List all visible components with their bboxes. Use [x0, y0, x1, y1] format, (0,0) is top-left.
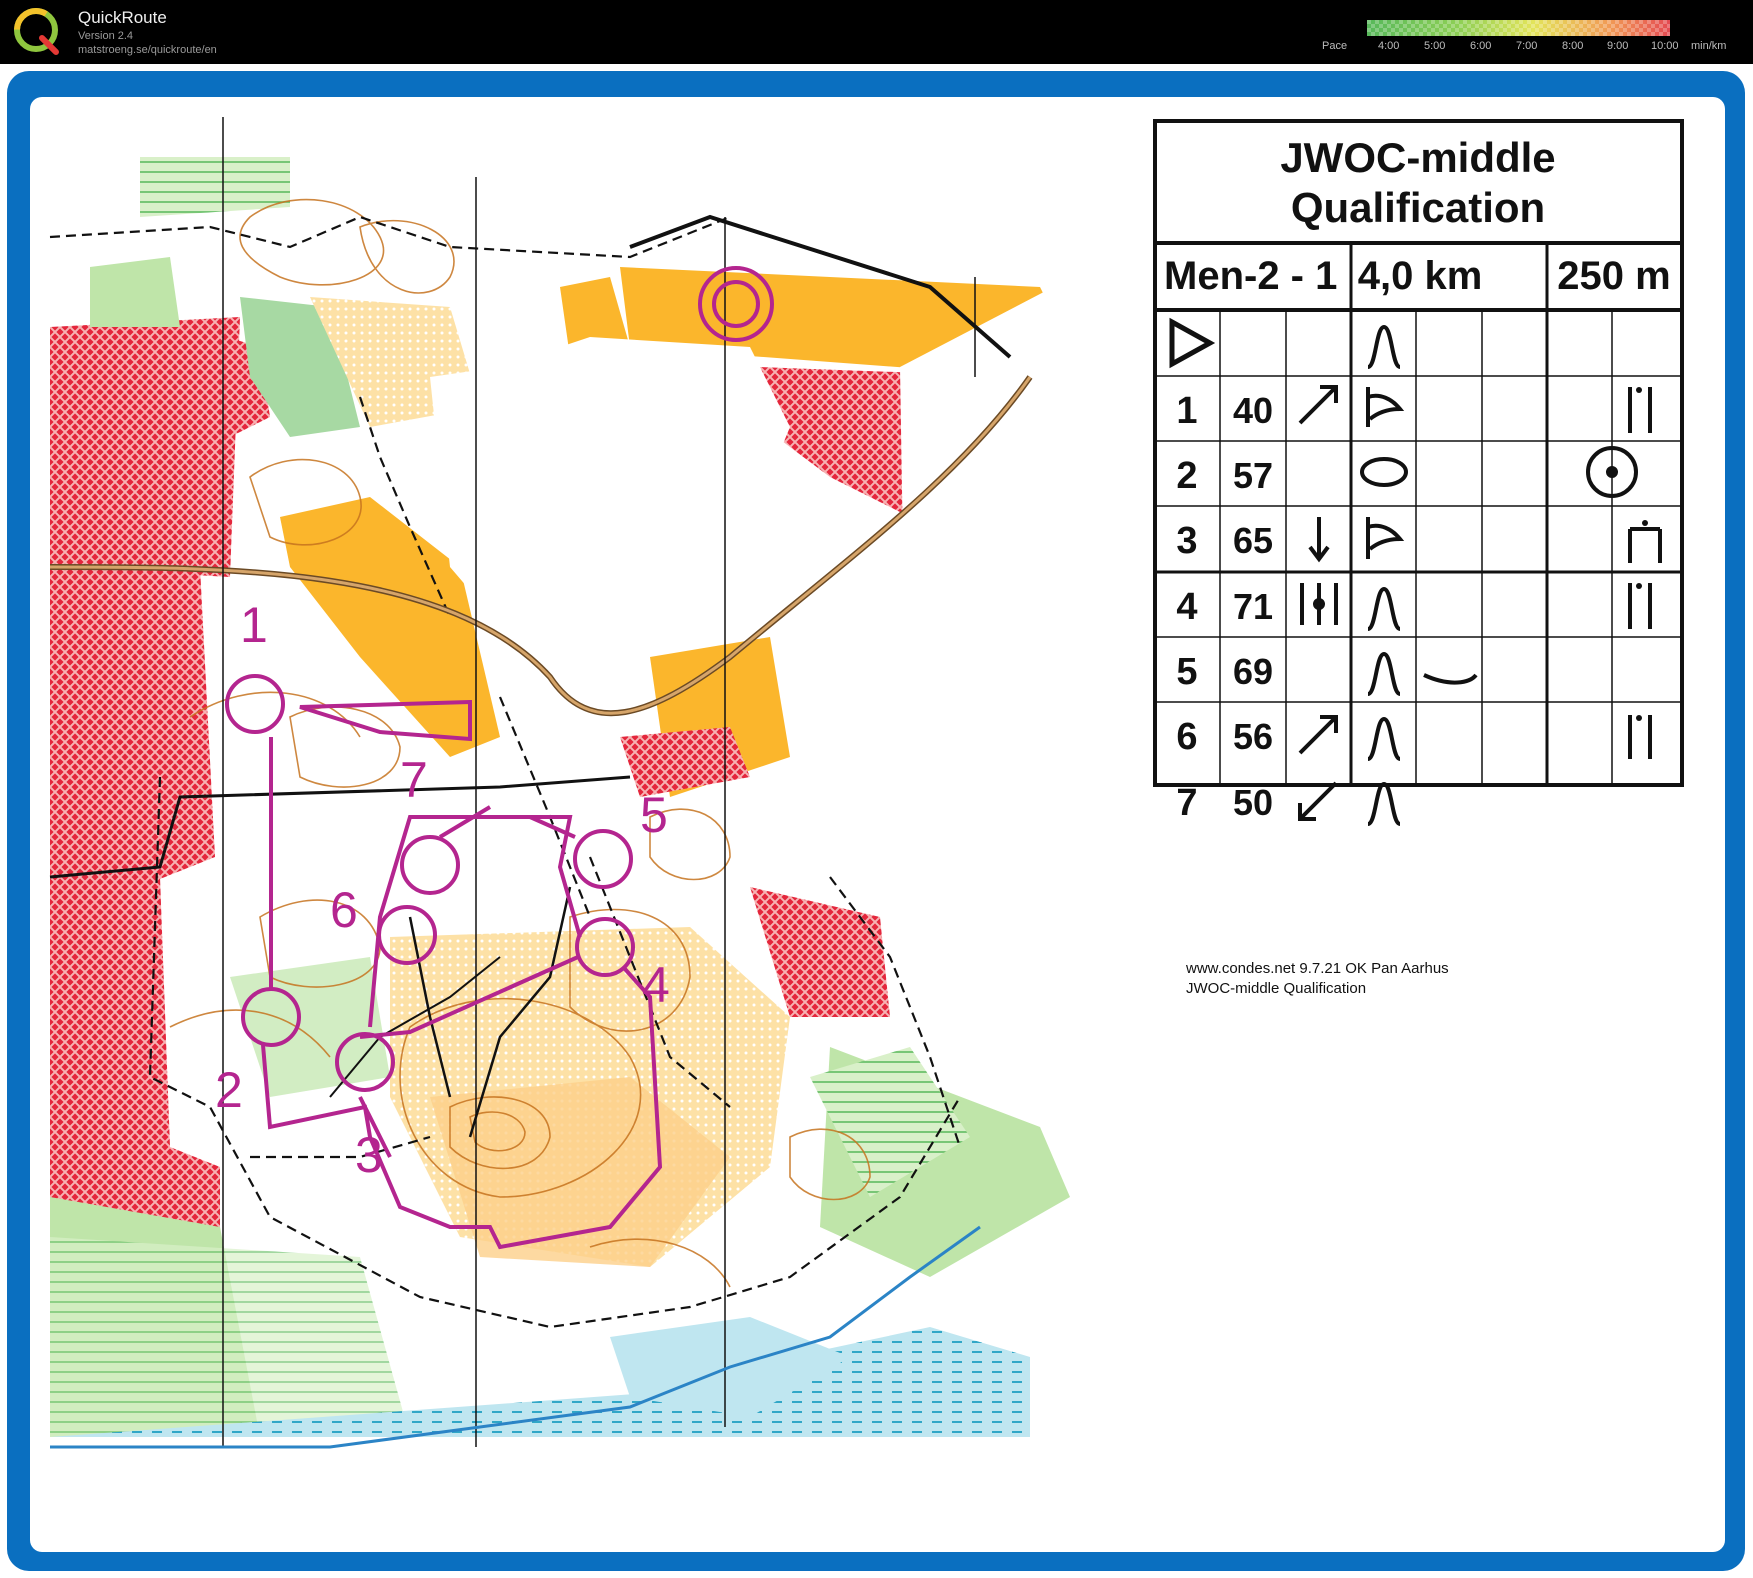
row-1-number: 1 [1176, 390, 1197, 432]
row-2-number: 2 [1176, 455, 1197, 497]
description-class: Men-2 - 1 [1164, 254, 1337, 298]
course-number-7: 7 [400, 752, 428, 808]
row-4-code: 71 [1233, 586, 1273, 627]
description-title-line1: JWOC-middle [1280, 134, 1555, 181]
pace-tick-10: 10:00 [1651, 40, 1679, 52]
row-5-code: 69 [1233, 651, 1273, 692]
hill-icon-7 [1366, 781, 1402, 826]
title-bar: QuickRoute Version 2.4 matstroeng.se/qui… [0, 0, 1753, 64]
app-version: Version 2.4 [78, 30, 134, 42]
pace-label: Pace [1322, 40, 1348, 52]
course-number-1: 1 [240, 597, 268, 653]
row-2-code: 57 [1233, 455, 1273, 496]
app-url[interactable]: matstroeng.se/quickroute/en [78, 44, 217, 56]
orienteering-map[interactable]: 1 2 3 4 5 6 7 JWOC-middle Qualification … [30, 97, 1725, 1552]
course-number-6: 6 [330, 882, 358, 938]
course-number-4: 4 [642, 957, 670, 1013]
row-4-number: 4 [1176, 586, 1197, 628]
description-footer-source: www.condes.net 9.7.21 OK Pan Aarhus [1186, 960, 1449, 977]
pace-tick-7: 7:00 [1516, 40, 1538, 52]
row-3-number: 3 [1176, 520, 1197, 562]
control-description-sheet: JWOC-middle Qualification Men-2 - 1 4,0 … [1153, 119, 1684, 826]
app-title: QuickRoute [78, 8, 167, 27]
pace-tick-5: 5:00 [1424, 40, 1446, 52]
pace-tick-8: 8:00 [1562, 40, 1584, 52]
row-6-code: 56 [1233, 716, 1273, 757]
map-viewport[interactable]: 1 2 3 4 5 6 7 JWOC-middle Qualification … [30, 97, 1725, 1552]
course-number-3: 3 [355, 1127, 383, 1183]
pace-tick-4: 4:00 [1378, 40, 1400, 52]
row-6-number: 6 [1176, 716, 1197, 758]
description-title-line2: Qualification [1291, 184, 1545, 231]
row-7-code: 50 [1233, 782, 1273, 823]
description-length: 4,0 km [1358, 254, 1483, 298]
pace-tick-6: 6:00 [1470, 40, 1492, 52]
quickroute-logo-icon [14, 8, 59, 55]
terrain-layer [50, 117, 1130, 1437]
row-7-number: 7 [1176, 782, 1197, 824]
description-climb: 250 m [1557, 254, 1670, 298]
pace-unit: min/km [1691, 40, 1727, 52]
pace-color-scale [1367, 20, 1670, 36]
row-3-code: 65 [1233, 520, 1273, 561]
course-number-5: 5 [640, 787, 668, 843]
row-5-number: 5 [1176, 651, 1197, 693]
pace-tick-9: 9:00 [1607, 40, 1629, 52]
row-1-code: 40 [1233, 390, 1273, 431]
description-footer-event: JWOC-middle Qualification [1186, 980, 1367, 997]
sw-arrow-icon [1298, 781, 1338, 821]
course-number-2: 2 [215, 1062, 243, 1118]
